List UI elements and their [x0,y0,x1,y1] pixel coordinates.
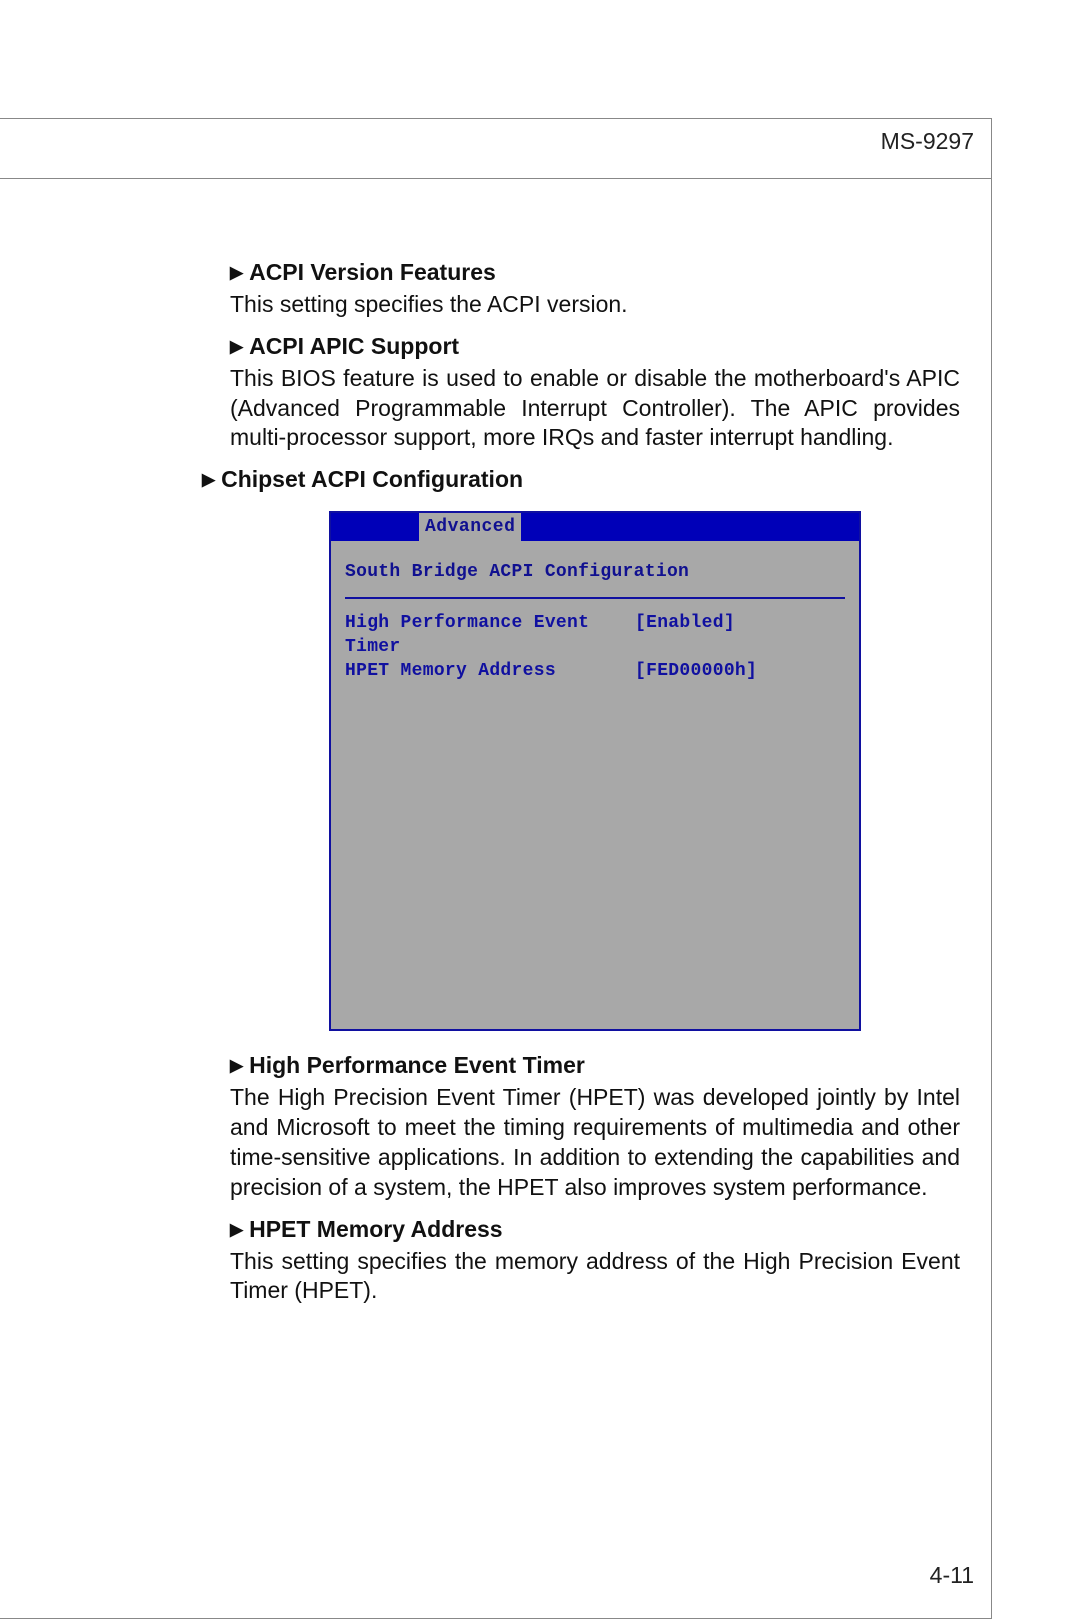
bios-row-hpet-addr[interactable]: HPET Memory Address [FED00000h] [345,659,845,683]
bios-title: South Bridge ACPI Configuration [345,551,845,598]
page-number: 4-11 [930,1562,974,1589]
bios-label: High Performance Event Timer [345,611,635,660]
bios-value: [FED00000h] [635,659,845,683]
heading-hpet: ▶ High Performance Event Timer [230,1051,960,1081]
bios-tabbar: Advanced [331,513,859,541]
heading-text: HPET Memory Address [249,1216,503,1242]
arrow-icon: ▶ [202,469,215,491]
bios-tab-advanced[interactable]: Advanced [419,513,521,541]
arrow-icon: ▶ [230,336,243,358]
heading-text: Chipset ACPI Configuration [221,466,523,492]
body-hpet: The High Precision Event Timer (HPET) wa… [230,1083,960,1203]
heading-hpet-addr: ▶ HPET Memory Address [230,1215,960,1245]
bios-screenshot: Advanced South Bridge ACPI Configuration… [329,511,861,1031]
body-hpet-addr: This setting specifies the memory addres… [230,1247,960,1307]
body-acpi-apic: This BIOS feature is used to enable or d… [230,364,960,454]
heading-acpi-apic: ▶ ACPI APIC Support [230,332,960,362]
heading-chipset-acpi: ▶ Chipset ACPI Configuration [202,465,960,495]
heading-text: ACPI APIC Support [249,333,459,359]
arrow-icon: ▶ [230,1219,243,1241]
heading-acpi-version: ▶ ACPI Version Features [230,258,960,288]
bios-value: [Enabled] [635,611,845,660]
bios-label: HPET Memory Address [345,659,635,683]
content-area: ▶ ACPI Version Features This setting spec… [230,258,960,1316]
arrow-icon: ▶ [230,262,243,284]
bios-body: South Bridge ACPI Configuration High Per… [331,541,859,1029]
bios-row-hpet[interactable]: High Performance Event Timer [Enabled] [345,611,845,660]
arrow-icon: ▶ [230,1055,243,1077]
heading-text: ACPI Version Features [249,259,496,285]
body-acpi-version: This setting specifies the ACPI version. [230,290,960,320]
header-rule [0,178,992,179]
page-header: MS-9297 [881,128,974,155]
heading-text: High Performance Event Timer [249,1052,585,1078]
